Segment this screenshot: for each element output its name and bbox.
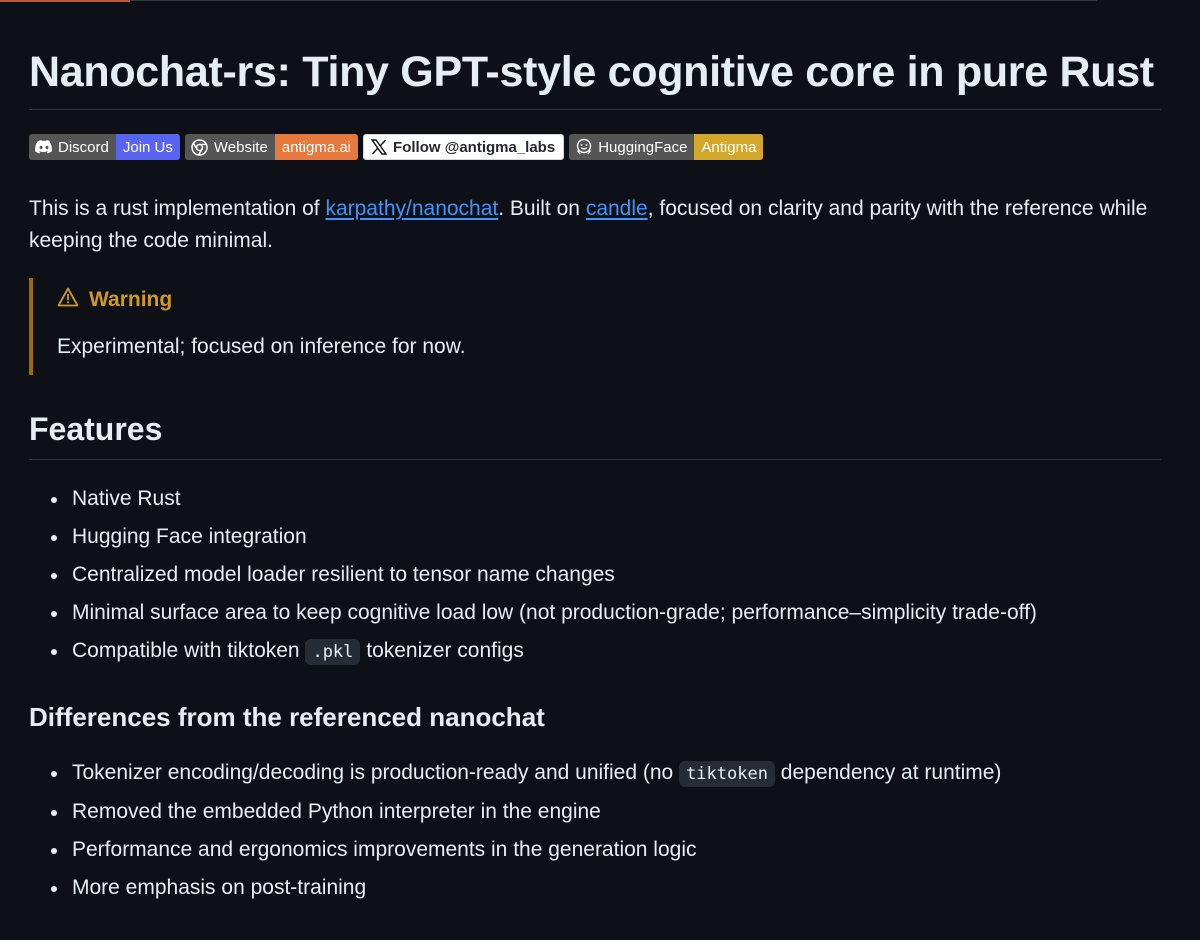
karpathy-nanochat-link[interactable]: karpathy/nanochat [325,197,498,220]
list-item: More emphasis on post-training [29,869,1001,907]
differences-heading: Differences from the referenced nanochat [29,702,545,732]
warning-body: Experimental; focused on inference for n… [57,335,466,358]
list-item-text: dependency at runtime) [774,761,1002,784]
intro-text-1: This is a rust implementation of [29,197,326,220]
top-border [0,0,1097,1]
intro-paragraph: This is a rust implementation of karpath… [29,193,1169,257]
list-item-text: tokenizer configs [360,639,524,662]
list-item: Hugging Face integration [29,518,1037,556]
discord-icon [35,138,53,156]
tab-accent-line [0,0,130,2]
warning-callout: Warning Experimental; focused on inferen… [29,278,1133,375]
features-list: Native Rust Hugging Face integration Cen… [29,480,1037,671]
list-item: Compatible with tiktoken .pkl tokenizer … [29,632,1037,671]
website-badge-label: Website [213,138,268,156]
features-heading: Features [29,411,163,447]
inline-code: tiktoken [679,761,775,787]
warning-icon [57,287,79,313]
x-logo-icon [370,138,388,156]
huggingface-badge-value: Antigma [694,134,764,160]
x-follow-badge[interactable]: Follow @antigma_labs [363,134,565,160]
website-badge[interactable]: Website antigma.ai [184,134,359,160]
title-divider [29,109,1161,110]
discord-badge-value: Join Us [115,134,180,160]
chrome-icon [191,138,209,156]
warning-title: Warning [89,288,173,311]
list-item: Removed the embedded Python interpreter … [29,793,1001,831]
differences-list: Tokenizer encoding/decoding is productio… [29,754,1001,907]
list-item: Tokenizer encoding/decoding is productio… [29,754,1001,793]
huggingface-badge[interactable]: HuggingFace Antigma [569,134,764,160]
list-item: Native Rust [29,480,1037,518]
list-item: Centralized model loader resilient to te… [29,556,1037,594]
list-item-text: Tokenizer encoding/decoding is productio… [72,761,680,784]
huggingface-icon [575,138,593,156]
candle-link[interactable]: candle [586,197,648,220]
website-badge-value: antigma.ai [274,134,359,160]
list-item: Performance and ergonomics improvements … [29,831,1001,869]
huggingface-badge-label: HuggingFace [598,138,688,156]
intro-text-2: . Built on [498,197,586,220]
discord-badge[interactable]: Discord Join Us [29,134,180,160]
list-item: Minimal surface area to keep cognitive l… [29,594,1037,632]
list-item-text: Compatible with tiktoken [72,639,306,662]
inline-code: .pkl [305,639,361,665]
page-title: Nanochat-rs: Tiny GPT-style cognitive co… [29,48,1154,96]
discord-badge-label: Discord [58,138,109,156]
features-divider [29,459,1161,460]
badge-row: Discord Join Us Website antigma.ai Follo… [29,134,764,160]
x-follow-label: Follow @antigma_labs [393,138,556,156]
